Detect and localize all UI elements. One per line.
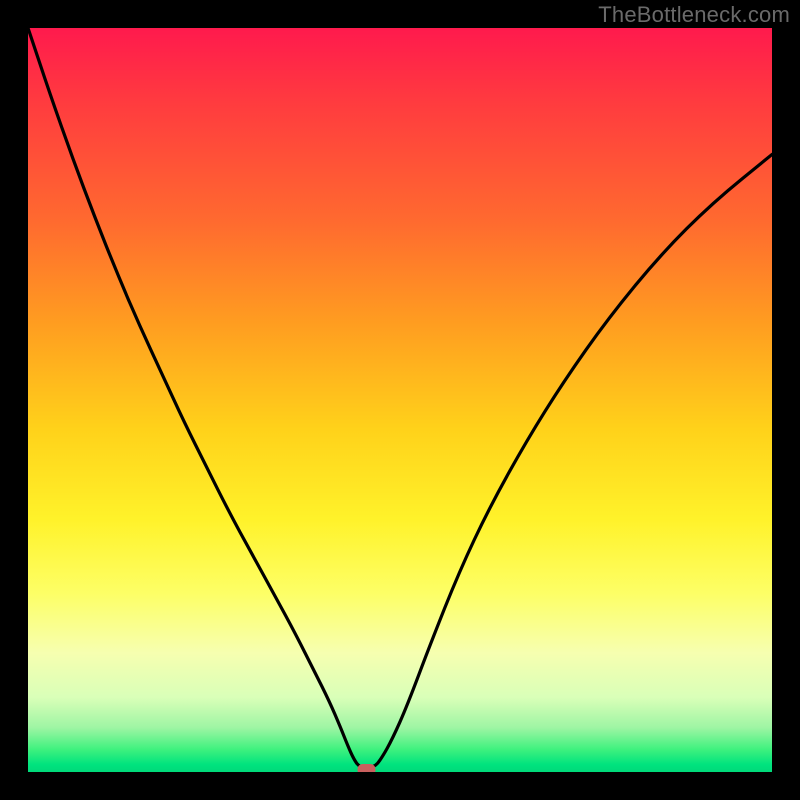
chart-frame: TheBottleneck.com	[0, 0, 800, 800]
bottleneck-curve	[28, 28, 772, 772]
plot-area	[28, 28, 772, 772]
minimum-marker	[358, 764, 376, 772]
watermark-label: TheBottleneck.com	[598, 2, 790, 28]
